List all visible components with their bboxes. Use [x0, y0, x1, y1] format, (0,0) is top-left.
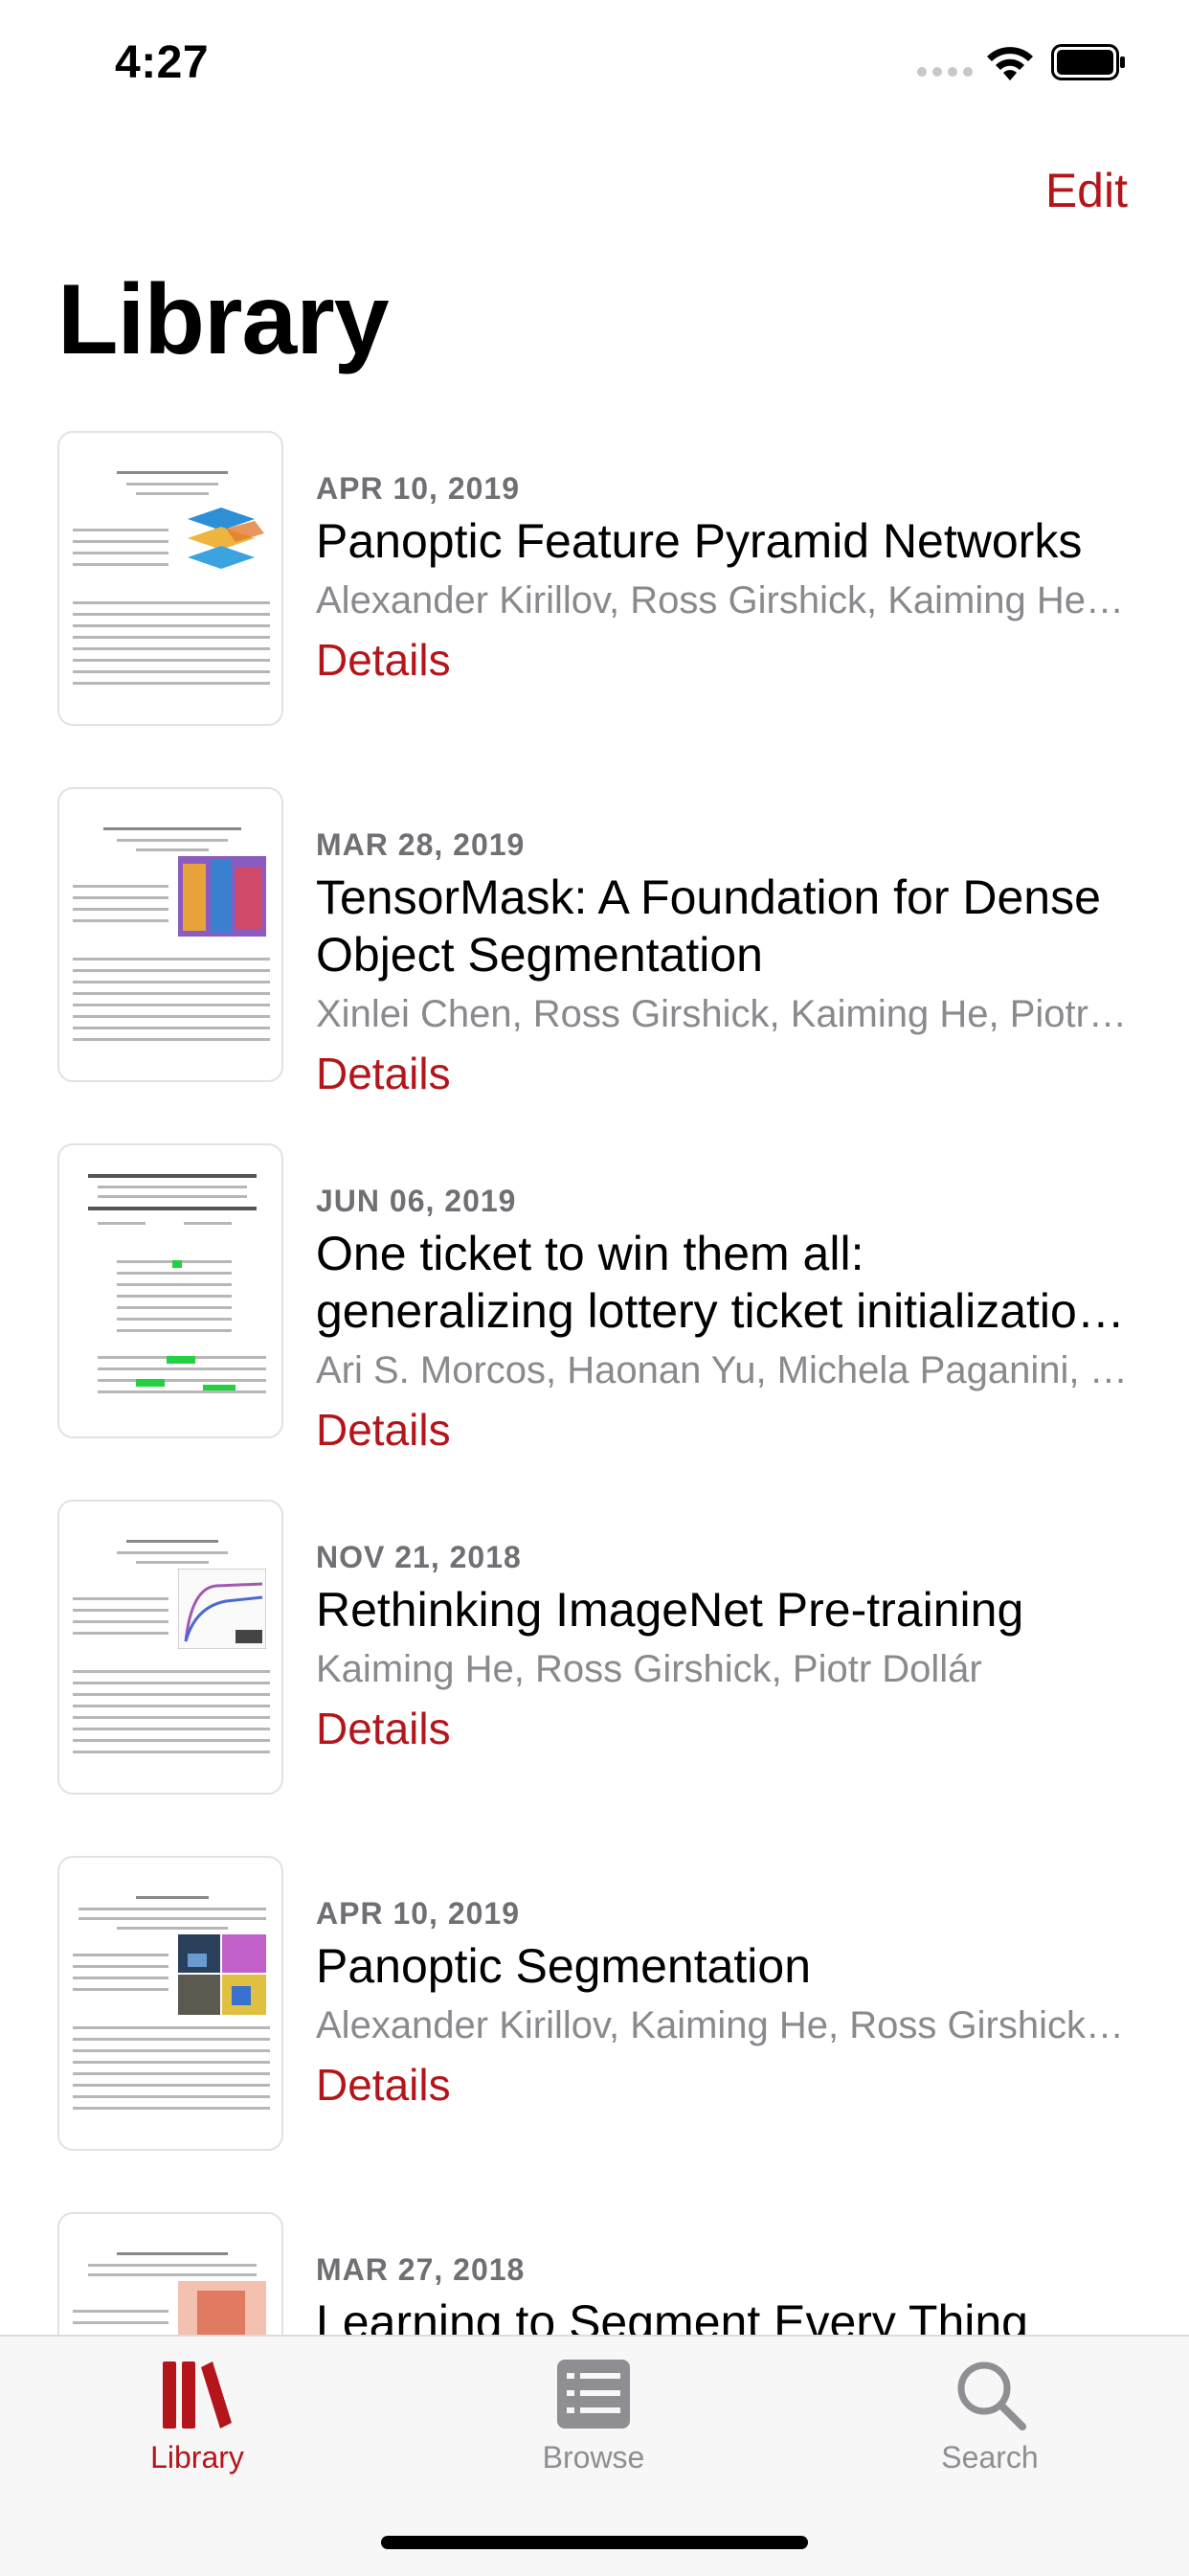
- tab-library[interactable]: Library: [54, 2356, 341, 2475]
- tab-label: Search: [941, 2440, 1039, 2474]
- paper-date: APR 10, 2019: [316, 1896, 521, 1931]
- paper-meta: NOV 21, 2018 Rethinking ImageNet Pre-tra…: [316, 1540, 1130, 1755]
- paper-date: JUN 06, 2019: [316, 1184, 517, 1218]
- cellular-signal-icon: [917, 67, 973, 77]
- paper-title: TensorMask: A Foundation for Dense Objec…: [316, 870, 1101, 982]
- magnifier-icon: [957, 2361, 1026, 2430]
- paper-meta: JUN 06, 2019 One ticket to win them all:…: [316, 1184, 1130, 1457]
- page-title: Library: [57, 264, 390, 375]
- paper-thumbnail: [57, 1143, 283, 1438]
- details-button[interactable]: Details: [316, 2058, 451, 2112]
- paper-title: Rethinking ImageNet Pre-training: [316, 1583, 1024, 1637]
- library-books-icon: [163, 2361, 232, 2429]
- paper-title: Panoptic Segmentation: [316, 1939, 812, 1993]
- tab-label: Library: [150, 2440, 244, 2474]
- paper-date: MAR 27, 2018: [316, 2252, 526, 2287]
- paper-thumbnail: [57, 1500, 283, 1795]
- paper-meta: MAR 28, 2019 TensorMask: A Foundation fo…: [316, 827, 1130, 1100]
- list-icon: [557, 2360, 630, 2429]
- status-bar: 4:27: [0, 0, 1189, 124]
- tab-label: Browse: [542, 2440, 645, 2474]
- paper-meta: APR 10, 2019 Panoptic Feature Pyramid Ne…: [316, 471, 1130, 687]
- home-indicator[interactable]: [381, 2536, 808, 2549]
- paper-thumbnail: [57, 1856, 283, 2151]
- paper-title: One ticket to win them all: generalizing…: [316, 1227, 1128, 1338]
- wifi-icon: [987, 47, 1033, 80]
- details-button[interactable]: Details: [316, 1702, 451, 1755]
- paper-title: Panoptic Feature Pyramid Networks: [316, 514, 1083, 568]
- paper-date: NOV 21, 2018: [316, 1540, 522, 1574]
- paper-meta: APR 10, 2019 Panoptic Segmentation Alexa…: [316, 1896, 1130, 2112]
- paper-authors: Xinlei Chen, Ross Girshick, Kaiming He, …: [316, 993, 1130, 1035]
- tab-search[interactable]: Search: [846, 2356, 1133, 2475]
- edit-button[interactable]: Edit: [1045, 163, 1128, 218]
- details-button[interactable]: Details: [316, 633, 451, 687]
- paper-authors: Ari S. Morcos, Haonan Yu, Michela Pagani…: [316, 1349, 1130, 1391]
- battery-icon: [1051, 44, 1125, 80]
- paper-authors: Kaiming He, Ross Girshick, Piotr Dollár: [316, 1648, 982, 1690]
- details-button[interactable]: Details: [316, 1403, 451, 1457]
- details-button[interactable]: Details: [316, 1047, 451, 1100]
- paper-thumbnail: [57, 431, 283, 726]
- status-time: 4:27: [115, 37, 210, 88]
- paper-thumbnail: [57, 787, 283, 1082]
- tab-browse[interactable]: Browse: [450, 2356, 737, 2475]
- paper-date: MAR 28, 2019: [316, 827, 526, 862]
- paper-date: APR 10, 2019: [316, 471, 521, 506]
- paper-authors: Alexander Kirillov, Ross Girshick, Kaimi…: [316, 579, 1130, 621]
- paper-authors: Alexander Kirillov, Kaiming He, Ross Gir…: [316, 2004, 1130, 2046]
